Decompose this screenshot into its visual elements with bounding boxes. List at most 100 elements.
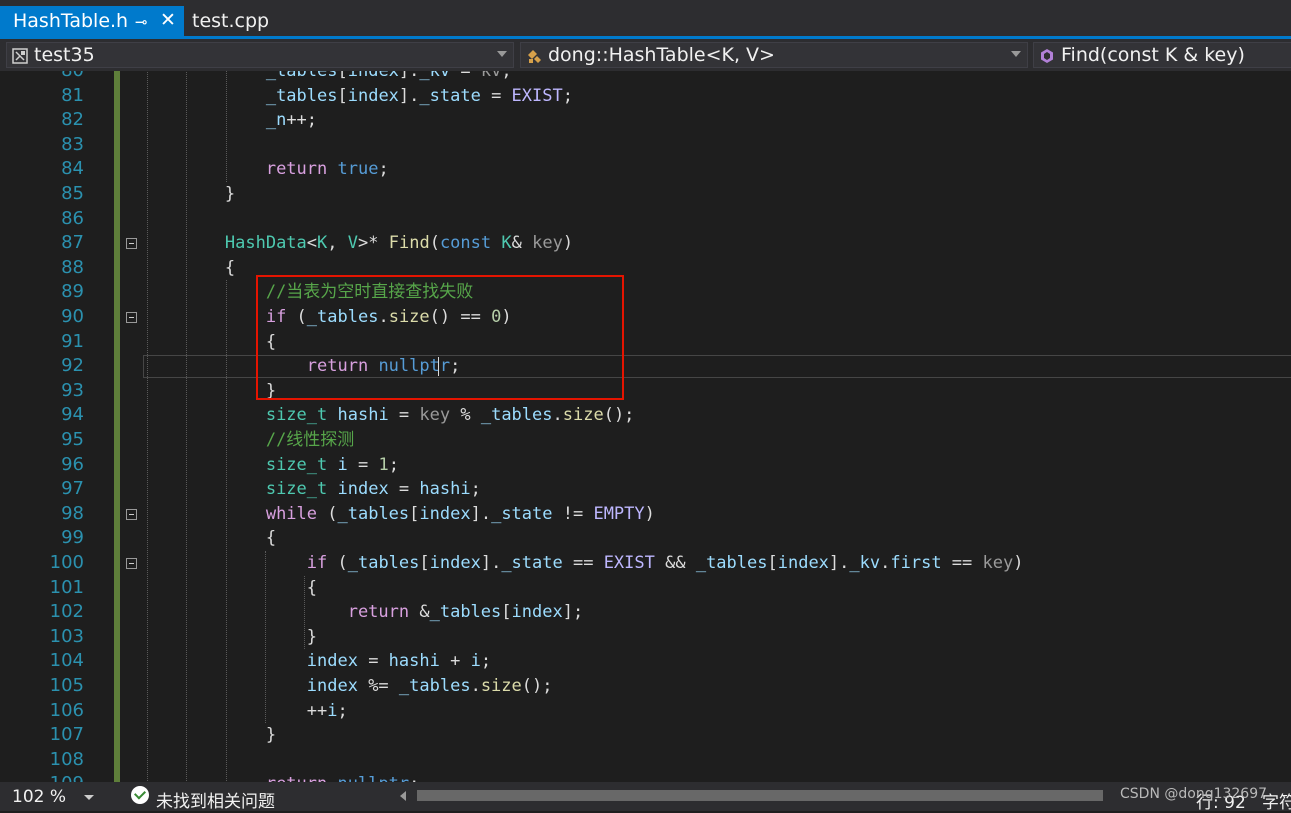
- code-line[interactable]: 94 size_t hashi = key % _tables.size();: [0, 403, 1291, 428]
- code-text: _tables[index]._kv = kv;: [265, 71, 512, 81]
- code-line[interactable]: 86: [0, 207, 1291, 232]
- indent-guide: [186, 71, 188, 782]
- code-text: //线性探测: [265, 430, 355, 450]
- code-text: index %= _tables.size();: [306, 676, 553, 696]
- code-text: {: [143, 577, 317, 598]
- pin-icon[interactable]: ⊸: [135, 13, 148, 31]
- code-line[interactable]: 91 {: [0, 330, 1291, 355]
- project-dropdown[interactable]: test35: [6, 42, 514, 68]
- line-number: 85: [61, 183, 84, 204]
- code-text: }: [143, 626, 317, 647]
- collapse-icon[interactable]: [126, 558, 137, 569]
- line-number: 108: [49, 748, 84, 770]
- code-text: ++i;: [143, 700, 348, 721]
- line-number: 87: [61, 232, 84, 254]
- code-line[interactable]: 85 }: [0, 182, 1291, 207]
- code-text: return &_tables[index];: [347, 602, 584, 623]
- code-line[interactable]: 106 ++i;: [0, 699, 1291, 724]
- collapse-icon[interactable]: [126, 238, 137, 250]
- class-dropdown[interactable]: dong::HashTable<K, V>: [520, 42, 1028, 68]
- line-number: 94: [61, 404, 84, 426]
- code-line[interactable]: 105 index %= _tables.size();: [0, 674, 1291, 699]
- status-bar: 102 % 未找到相关问题 行: 92 字符 CSDN @dong132697: [0, 782, 1291, 813]
- code-line[interactable]: 88 {: [0, 256, 1291, 281]
- code-text: HashData<K, V>* Find(const K& key): [224, 233, 574, 254]
- code-text: if (_tables[index]._state == EXIST && _t…: [306, 553, 1024, 573]
- line-number: 106: [49, 699, 84, 721]
- line-number: 101: [49, 576, 84, 598]
- line-number: 107: [49, 724, 84, 746]
- code-line[interactable]: 97 size_t index = hashi;: [0, 477, 1291, 502]
- code-text: }: [143, 725, 277, 746]
- close-icon[interactable]: ✕: [160, 9, 176, 31]
- code-editor[interactable]: 80 _tables[index]._kv = kv;81 _tables[in…: [0, 71, 1291, 782]
- code-text: while (_tables[index]._state != EMPTY): [265, 503, 655, 524]
- chevron-down-icon[interactable]: [84, 795, 94, 800]
- line-number: 91: [61, 330, 84, 352]
- code-text: index = hashi + i;: [306, 651, 492, 672]
- line-number: 81: [61, 84, 84, 106]
- code-line[interactable]: 84 return true;: [0, 157, 1291, 182]
- issues-status[interactable]: 未找到相关问题: [156, 787, 275, 812]
- code-line[interactable]: 98 while (_tables[index]._state != EMPTY…: [0, 502, 1291, 527]
- code-line[interactable]: 80 _tables[index]._kv = kv;: [0, 71, 1291, 84]
- tab-label: test.cpp: [192, 10, 270, 32]
- line-number: 90: [61, 306, 84, 327]
- code-line[interactable]: 93 }: [0, 379, 1291, 404]
- code-text: return nullptr;: [143, 772, 420, 782]
- code-line[interactable]: 95 //线性探测: [0, 428, 1291, 453]
- code-line[interactable]: 90 if (_tables.size() == 0): [0, 305, 1291, 330]
- collapse-icon[interactable]: [126, 508, 137, 520]
- tab-test-cpp[interactable]: test.cpp: [192, 6, 269, 36]
- code-line[interactable]: 96 size_t i = 1;: [0, 453, 1291, 478]
- line-number: 83: [61, 133, 84, 155]
- code-text: size_t hashi = key % _tables.size();: [265, 405, 635, 426]
- code-line[interactable]: 83: [0, 133, 1291, 158]
- code-text: }: [143, 184, 236, 204]
- code-line[interactable]: 109 return nullptr;: [0, 772, 1291, 782]
- line-number: 104: [49, 650, 84, 672]
- code-line[interactable]: 103 }: [0, 625, 1291, 650]
- collapse-icon[interactable]: [126, 312, 137, 323]
- tab-label: HashTable.h: [13, 10, 129, 32]
- chevron-down-icon[interactable]: [1011, 51, 1021, 57]
- indent-guide: [225, 71, 227, 182]
- document-tab-bar: HashTable.h ⊸ ✕ test.cpp: [0, 0, 1291, 39]
- chevron-down-icon[interactable]: [497, 51, 507, 57]
- watermark: CSDN @dong132697: [1120, 786, 1268, 802]
- code-line[interactable]: 81 _tables[index]._state = EXIST;: [0, 84, 1291, 109]
- line-number: 100: [49, 552, 84, 573]
- code-line[interactable]: 107 }: [0, 723, 1291, 748]
- annotation-box: [256, 275, 624, 400]
- line-number: 84: [61, 158, 84, 180]
- line-number: 88: [61, 256, 84, 278]
- code-text: size_t index = hashi;: [265, 479, 481, 500]
- line-number: 103: [49, 625, 84, 647]
- code-line[interactable]: 100 if (_tables[index]._state == EXIST &…: [0, 551, 1291, 576]
- code-line[interactable]: 102 return &_tables[index];: [0, 600, 1291, 625]
- code-line[interactable]: 108: [0, 748, 1291, 773]
- line-number: 109: [34, 772, 84, 782]
- horizontal-scrollbar[interactable]: [417, 790, 1103, 801]
- scroll-left-icon[interactable]: [400, 791, 406, 801]
- code-text: return true;: [265, 159, 389, 180]
- indent-guide: [264, 551, 266, 724]
- code-text: {: [143, 257, 236, 278]
- code-line[interactable]: 87 HashData<K, V>* Find(const K& key): [0, 231, 1291, 256]
- code-text: _tables[index]._state = EXIST;: [265, 85, 573, 106]
- line-number: 95: [61, 429, 84, 450]
- code-line[interactable]: 82 _n++;: [0, 108, 1291, 133]
- member-dropdown[interactable]: Find(const K & key): [1033, 42, 1291, 68]
- code-line[interactable]: 89 //当表为空时直接查找失败: [0, 280, 1291, 305]
- line-number: 105: [49, 675, 84, 696]
- code-line[interactable]: 101 {: [0, 576, 1291, 601]
- line-number: 98: [61, 502, 84, 524]
- line-number: 99: [61, 527, 84, 549]
- code-line[interactable]: 104 index = hashi + i;: [0, 649, 1291, 674]
- tab-hashtable-h[interactable]: HashTable.h ⊸ ✕: [0, 6, 184, 36]
- line-number: 96: [61, 453, 84, 475]
- text-caret: [437, 357, 439, 377]
- code-line[interactable]: 99 {: [0, 526, 1291, 551]
- zoom-level[interactable]: 102 %: [12, 787, 66, 807]
- project-name: test35: [34, 44, 95, 66]
